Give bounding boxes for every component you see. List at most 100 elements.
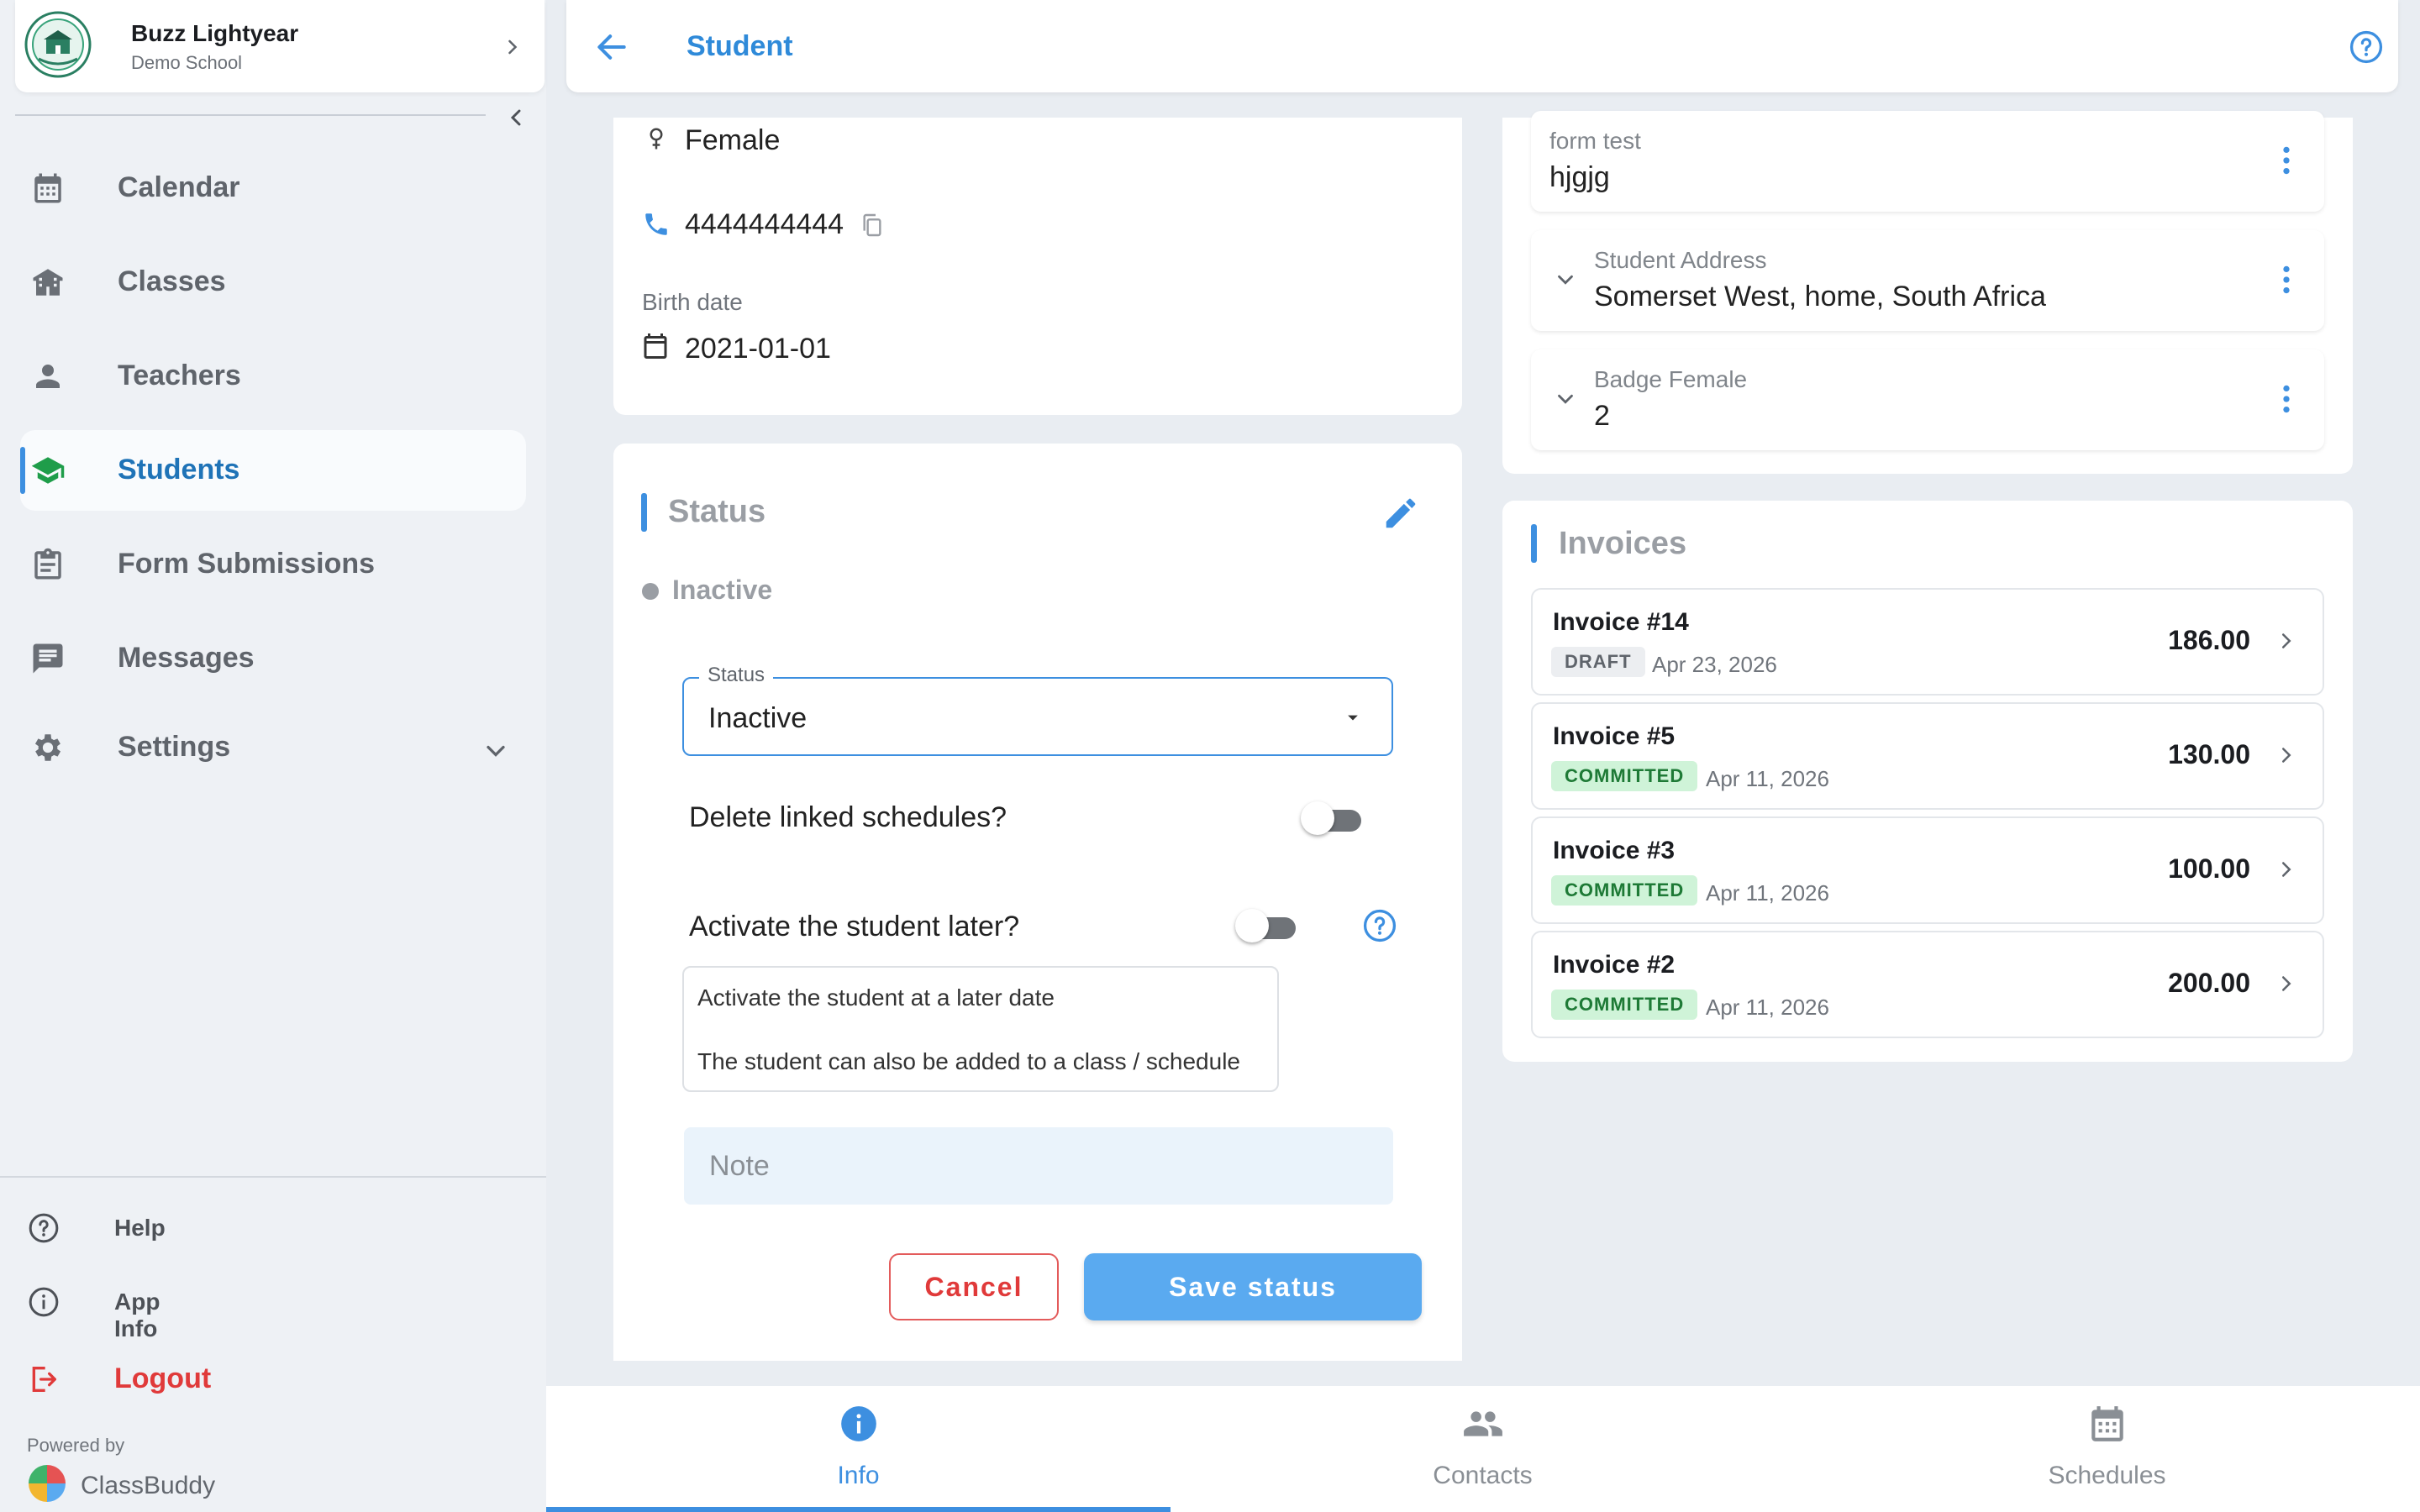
user-name: Buzz Lightyear: [131, 20, 299, 46]
logout-label: Logout: [114, 1362, 212, 1394]
school-name: Demo School: [131, 52, 243, 73]
save-status-button[interactable]: Save status: [1084, 1253, 1422, 1320]
invoice-amount: 100.00: [2168, 853, 2250, 884]
phone-icon: [642, 210, 671, 239]
contacts-icon: [1462, 1403, 1504, 1445]
invoice-row[interactable]: Invoice #2 COMMITTED Apr 11, 2026 200.00: [1531, 931, 2324, 1038]
field-value: Somerset West, home, South Africa: [1594, 281, 2046, 312]
field-card-form-test[interactable]: [1531, 111, 2324, 212]
phone-value: 4444444444: [685, 208, 844, 240]
back-arrow-icon[interactable]: [593, 29, 630, 66]
current-status: Inactive: [672, 575, 773, 605]
nav-label: Students: [118, 454, 240, 486]
invoices-section-title: Invoices: [1559, 526, 1687, 561]
student-info-card: [613, 118, 1462, 415]
info-icon: [838, 1403, 880, 1445]
invoice-date: Apr 23, 2026: [1652, 652, 1777, 677]
nav-item-teachers[interactable]: Teachers: [20, 336, 526, 417]
gear-icon: [30, 730, 66, 765]
more-vert-icon[interactable]: [2274, 143, 2299, 178]
logout-icon: [27, 1362, 60, 1396]
chevron-right-icon: [2274, 628, 2299, 654]
help-circle-icon[interactable]: [1361, 907, 1398, 944]
copy-icon[interactable]: [859, 212, 886, 239]
message-icon: [30, 641, 66, 676]
activate-later-toggle[interactable]: [1235, 907, 1299, 944]
status-dot: [642, 583, 659, 600]
field-label: form test: [1549, 128, 1641, 154]
sidebar-divider: [15, 114, 486, 116]
nav-item-calendar[interactable]: Calendar: [20, 148, 526, 228]
field-card-badge-female[interactable]: [1531, 349, 2324, 450]
cancel-button[interactable]: Cancel: [889, 1253, 1059, 1320]
nav-item-messages[interactable]: Messages: [20, 618, 526, 699]
status-select-label: Status: [699, 664, 774, 687]
nav-label: Form Submissions: [118, 548, 376, 580]
delete-schedules-toggle[interactable]: [1301, 800, 1365, 837]
field-value: 2: [1594, 400, 1610, 432]
tab-contacts[interactable]: Contacts: [1171, 1386, 1795, 1512]
status-badge: COMMITTED: [1551, 875, 1698, 906]
invoice-date: Apr 11, 2026: [1706, 766, 1829, 791]
invoice-date: Apr 11, 2026: [1706, 995, 1829, 1020]
chevron-right-icon: [2274, 857, 2299, 882]
active-tab-indicator: [546, 1507, 1171, 1512]
invoice-row[interactable]: Invoice #5 COMMITTED Apr 11, 2026 130.00: [1531, 702, 2324, 810]
invoice-amount: 130.00: [2168, 739, 2250, 769]
more-vert-icon[interactable]: [2274, 381, 2299, 417]
invoice-date: Apr 11, 2026: [1706, 880, 1829, 906]
invoice-title: Invoice #5: [1553, 722, 1676, 750]
nav-label: Classes: [118, 265, 226, 297]
nav-item-classes[interactable]: Classes: [20, 242, 526, 323]
teacher-icon: [30, 359, 66, 394]
invoice-row[interactable]: Invoice #3 COMMITTED Apr 11, 2026 100.00: [1531, 816, 2324, 924]
toggle-knob: [1235, 909, 1269, 942]
nav-item-settings[interactable]: Settings: [20, 707, 526, 788]
birth-date-value: 2021-01-01: [685, 333, 831, 365]
chevron-down-icon[interactable]: [1553, 386, 1578, 412]
active-indicator: [20, 447, 25, 494]
page-title: Student: [687, 30, 793, 62]
tab-label: Schedules: [2048, 1462, 2166, 1489]
dropdown-caret-icon[interactable]: [1341, 706, 1365, 729]
gender-value: Female: [685, 124, 781, 156]
tab-label: Contacts: [1433, 1462, 1533, 1489]
brand-name: ClassBuddy: [81, 1472, 216, 1499]
chevron-right-icon: [2274, 971, 2299, 996]
activate-later-label: Activate the student later?: [689, 911, 1020, 942]
help-icon[interactable]: [2348, 29, 2385, 66]
pencil-icon[interactable]: [1381, 494, 1420, 533]
status-section-title: Status: [668, 494, 766, 529]
page-header: [566, 0, 2398, 92]
section-accent-bar: [1531, 524, 1537, 563]
note-input[interactable]: [684, 1127, 1393, 1205]
nav-item-students[interactable]: Students: [20, 430, 526, 511]
female-icon: [644, 126, 669, 151]
field-value: hjgjg: [1549, 161, 1610, 193]
calendar-icon: [30, 171, 66, 206]
invoice-title: Invoice #14: [1553, 608, 1689, 636]
chevron-down-icon[interactable]: [481, 736, 511, 766]
app-info-label: App Info: [114, 1289, 160, 1341]
field-label: Badge Female: [1594, 366, 1748, 392]
status-select-value: Inactive: [708, 702, 808, 734]
collapse-sidebar-icon[interactable]: [502, 104, 529, 131]
chevron-right-icon[interactable]: [501, 35, 524, 59]
nav-label: Settings: [118, 731, 231, 763]
invoice-amount: 200.00: [2168, 968, 2250, 998]
tab-info[interactable]: Info: [546, 1386, 1171, 1512]
info-text-line: The student can also be added to a class…: [697, 1048, 1240, 1074]
invoice-row[interactable]: Invoice #14 DRAFT Apr 23, 2026 186.00: [1531, 588, 2324, 696]
nav-item-form-submissions[interactable]: Form Submissions: [20, 524, 526, 605]
classes-icon: [30, 265, 66, 300]
chevron-down-icon[interactable]: [1553, 267, 1578, 292]
nav-label: Teachers: [118, 360, 241, 391]
section-accent-bar: [641, 493, 647, 532]
school-logo: [24, 10, 92, 79]
birth-date-label: Birth date: [642, 289, 743, 315]
more-vert-icon[interactable]: [2274, 262, 2299, 297]
calendar-icon: [2086, 1403, 2128, 1445]
info-text-line: Activate the student at a later date: [697, 984, 1055, 1011]
tab-schedules[interactable]: Schedules: [1795, 1386, 2419, 1512]
powered-by-text: Powered by: [27, 1435, 125, 1456]
